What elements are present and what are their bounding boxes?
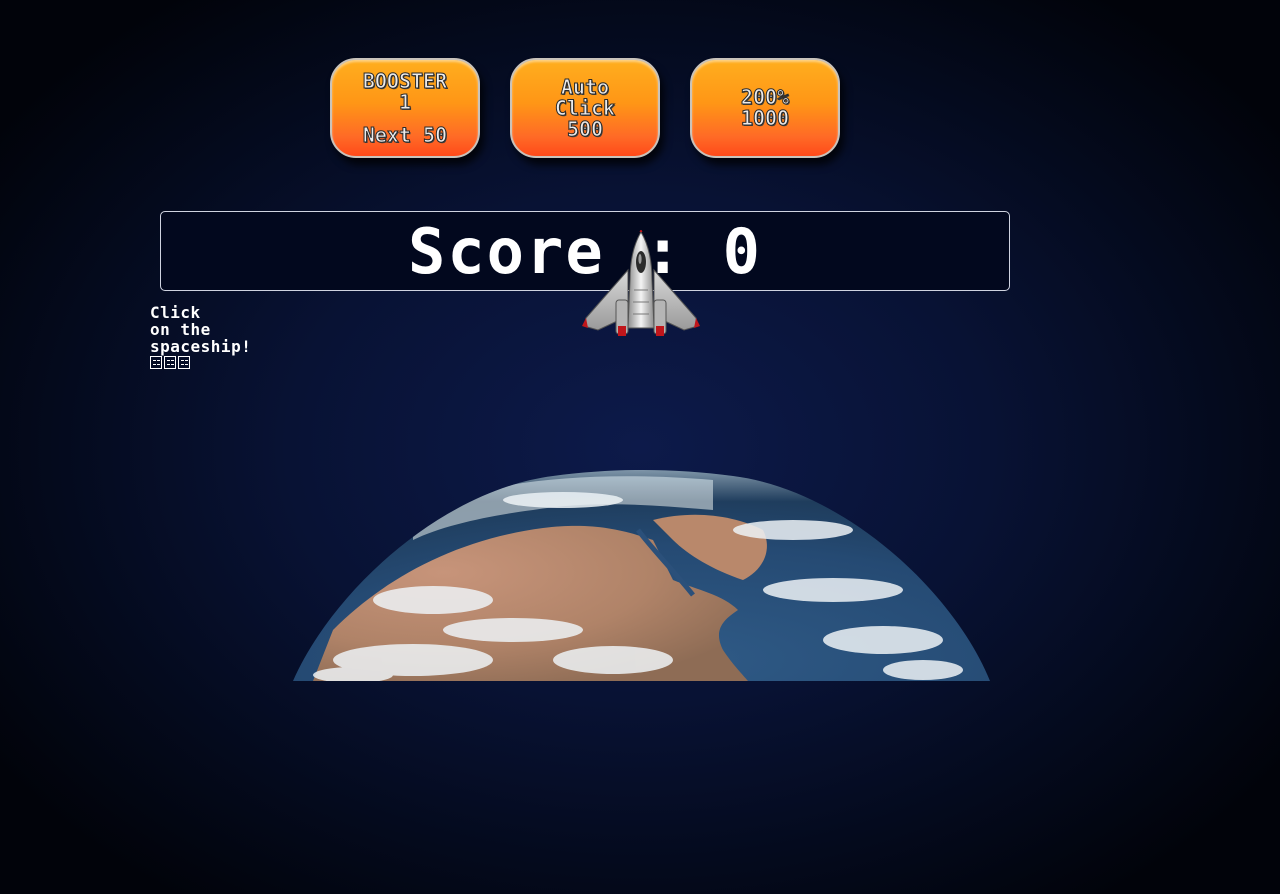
- auto-click-button-cost: 500: [566, 116, 604, 141]
- unsupported-glyph-icon: [178, 356, 190, 369]
- earth-image: [293, 470, 990, 681]
- multiplier-button-cost: 1000: [740, 106, 790, 130]
- click-hint-line2: on the: [150, 320, 211, 339]
- unsupported-glyph-icon: [164, 356, 176, 369]
- multiplier-button-percent: 200%: [740, 85, 790, 109]
- auto-click-button[interactable]: Auto Click 500: [510, 58, 660, 158]
- booster-button-title: BOOSTER: [362, 68, 448, 93]
- auto-click-button-line1: Auto: [560, 74, 610, 99]
- click-hint-line3: spaceship!: [150, 337, 252, 356]
- booster-button-level: 1: [398, 89, 412, 114]
- booster-button[interactable]: BOOSTER 1 Next 50: [330, 58, 480, 158]
- auto-click-button-line2: Click: [554, 95, 616, 120]
- click-hint: Click on the spaceship!: [150, 304, 310, 369]
- spaceship-icon[interactable]: [578, 230, 704, 342]
- unsupported-glyph-icons: [150, 356, 310, 369]
- booster-button-cost: Next 50: [362, 122, 448, 147]
- multiplier-button[interactable]: 200% 1000: [690, 58, 840, 158]
- click-hint-line1: Click: [150, 303, 201, 322]
- unsupported-glyph-icon: [150, 356, 162, 369]
